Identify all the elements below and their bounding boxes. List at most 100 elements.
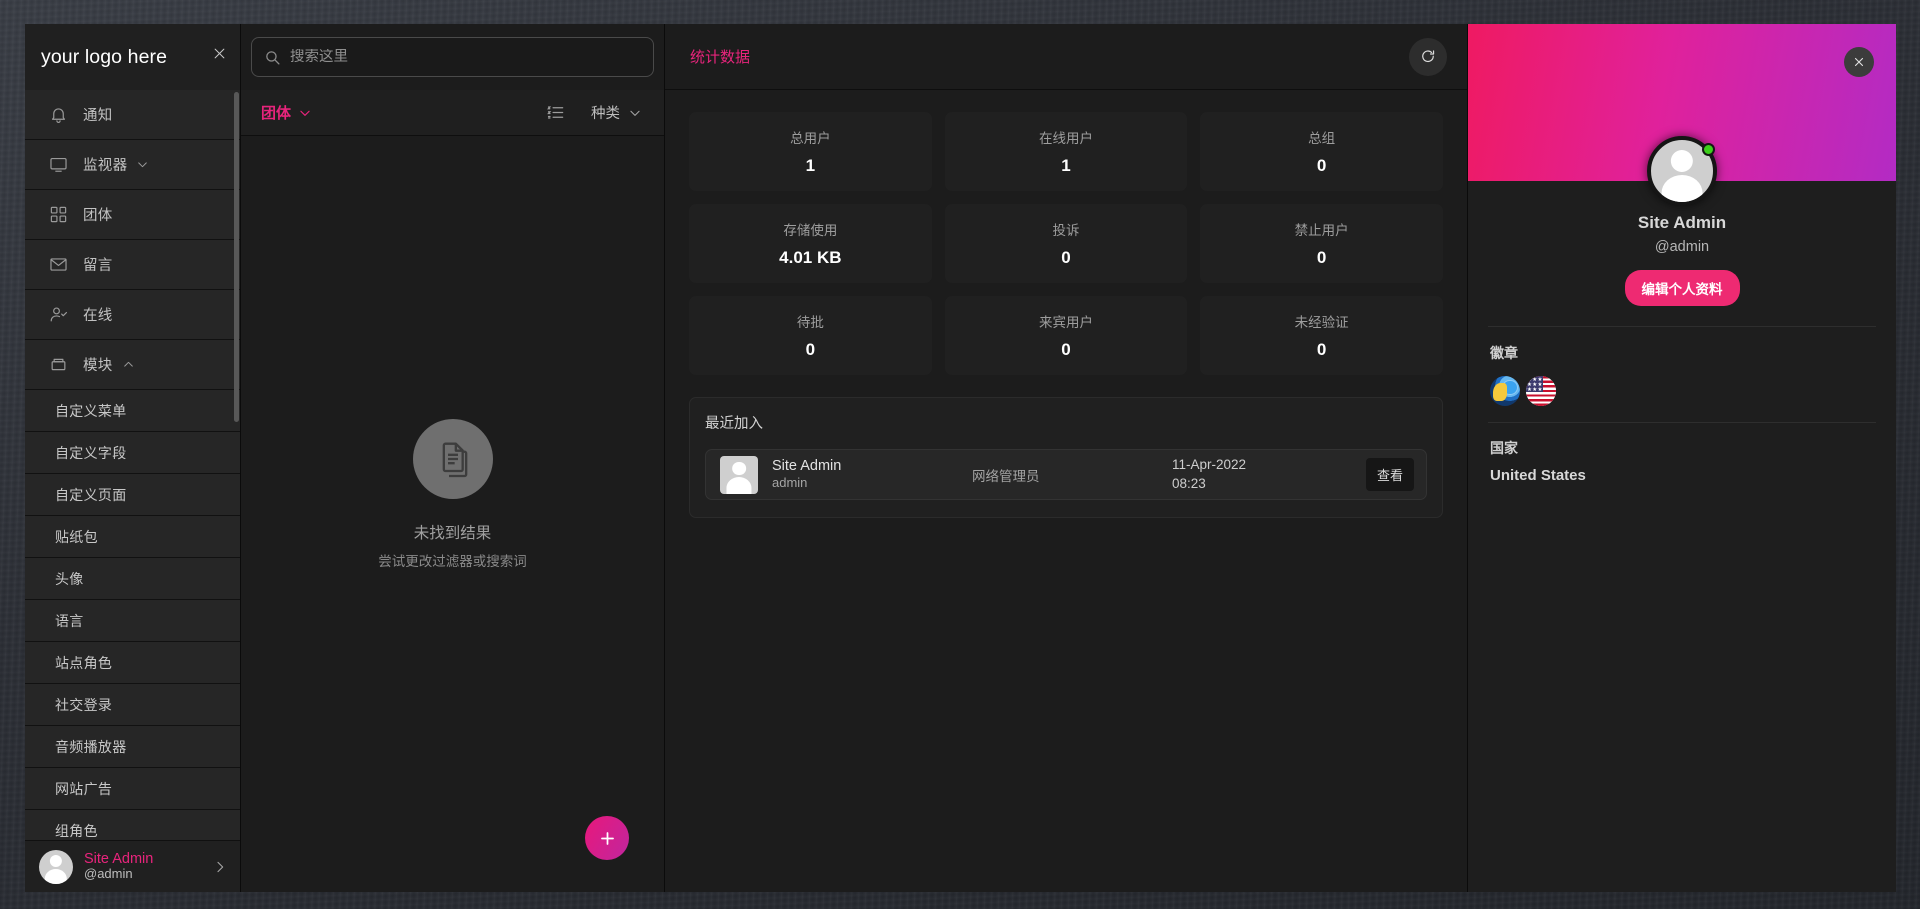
- sidebar-sub-label: 自定义页面: [55, 485, 127, 505]
- sidebar-item-custom-fields[interactable]: 自定义字段: [25, 432, 240, 474]
- recent-joined-panel: 最近加入 Site Admin admin 网络管理员 11-Apr-2022 …: [689, 397, 1443, 518]
- stat-label: 待批: [797, 311, 824, 331]
- list-view-icon[interactable]: [546, 103, 565, 122]
- stat-card-storage-used[interactable]: 存储使用 4.01 KB: [689, 204, 932, 283]
- stat-card-total-groups[interactable]: 总组 0: [1200, 112, 1443, 191]
- chevron-right-icon: [212, 859, 228, 875]
- sidebar-item-custom-menu[interactable]: 自定义菜单: [25, 390, 240, 432]
- sidebar-item-site-roles[interactable]: 站点角色: [25, 642, 240, 684]
- stat-value: 1: [1061, 156, 1070, 176]
- table-row[interactable]: Site Admin admin 网络管理员 11-Apr-2022 08:23…: [705, 449, 1427, 500]
- stat-value: 0: [1317, 340, 1326, 360]
- row-date: 11-Apr-2022: [1172, 456, 1366, 475]
- country-value: United States: [1490, 467, 1874, 484]
- sidebar-sub-label: 音频播放器: [55, 737, 127, 757]
- stat-card-total-users[interactable]: 总用户 1: [689, 112, 932, 191]
- stat-card-pending[interactable]: 待批 0: [689, 296, 932, 375]
- stat-value: 0: [1317, 248, 1326, 268]
- search-bar-row: [241, 24, 664, 90]
- main-body: 总用户 1 在线用户 1 总组 0 存储使用 4.01 KB 投诉 0: [665, 90, 1467, 892]
- sidebar-item-notifications[interactable]: 通知: [25, 90, 240, 140]
- stat-label: 存储使用: [783, 219, 837, 239]
- row-role: 网络管理员: [972, 465, 1172, 485]
- empty-state-title: 未找到结果: [414, 521, 492, 543]
- documents-icon: [413, 419, 493, 499]
- stat-card-reports[interactable]: 投诉 0: [945, 204, 1188, 283]
- sidebar-profile-name: Site Admin: [84, 851, 212, 868]
- sidebar-sub-label: 站点角色: [55, 653, 112, 673]
- app-window: your logo here 通知: [25, 24, 1896, 892]
- stat-value: 0: [1061, 340, 1070, 360]
- edit-profile-button[interactable]: 编辑个人资料: [1625, 270, 1740, 306]
- close-icon[interactable]: [1844, 47, 1874, 77]
- stat-value: 0: [806, 340, 815, 360]
- sidebar-scroll-area: 通知 监视器: [25, 90, 240, 840]
- sidebar-sub-label: 网站广告: [55, 779, 112, 799]
- sidebar-item-modules[interactable]: 模块: [25, 340, 240, 390]
- stat-card-unverified[interactable]: 未经验证 0: [1200, 296, 1443, 375]
- list-toolbar: 团体 种类: [241, 90, 664, 136]
- refresh-icon: [1419, 48, 1437, 66]
- list-body: 未找到结果 尝试更改过滤器或搜索词: [241, 136, 664, 892]
- sidebar-item-groups[interactable]: 团体: [25, 190, 240, 240]
- kind-label: 种类: [591, 102, 620, 123]
- stat-value: 0: [1317, 156, 1326, 176]
- sidebar-item-sticker-packs[interactable]: 贴纸包: [25, 516, 240, 558]
- refresh-button[interactable]: [1409, 38, 1447, 76]
- plus-icon: [598, 829, 617, 848]
- country-section: 国家 United States: [1468, 423, 1896, 484]
- sidebar-item-site-ads[interactable]: 网站广告: [25, 768, 240, 810]
- recent-joined-title: 最近加入: [705, 412, 1427, 433]
- sidebar-sub-label: 自定义字段: [55, 443, 127, 463]
- search-icon: [264, 49, 281, 66]
- grid-icon: [47, 204, 69, 226]
- list-filter-label: 团体: [261, 102, 291, 123]
- kind-dropdown[interactable]: 种类: [591, 102, 642, 123]
- chevron-down-icon: [298, 106, 312, 120]
- sidebar-item-label: 模块: [83, 354, 113, 375]
- row-handle: admin: [772, 475, 972, 492]
- sidebar-item-online[interactable]: 在线: [25, 290, 240, 340]
- close-icon[interactable]: [208, 42, 230, 64]
- stat-label: 在线用户: [1039, 127, 1093, 147]
- stat-value: 1: [806, 156, 815, 176]
- sidebar-item-label: 监视器: [83, 154, 127, 175]
- user-check-icon: [47, 304, 69, 326]
- stat-label: 来宾用户: [1039, 311, 1093, 331]
- sidebar-item-group-roles[interactable]: 组角色: [25, 810, 240, 840]
- profile-handle: @admin: [1468, 239, 1896, 255]
- us-flag-badge-icon[interactable]: ★★★★★★★★★★★★: [1526, 376, 1556, 406]
- stat-card-guest-users[interactable]: 来宾用户 0: [945, 296, 1188, 375]
- profile-avatar-wrap: [1647, 136, 1717, 206]
- sidebar-sub-label: 社交登录: [55, 695, 112, 715]
- sidebar-sub-label: 语言: [55, 611, 84, 631]
- view-button[interactable]: 查看: [1366, 458, 1414, 491]
- sidebar-item-avatars[interactable]: 头像: [25, 558, 240, 600]
- list-filter-dropdown[interactable]: 团体: [261, 102, 312, 123]
- sidebar-item-label: 团体: [83, 204, 113, 225]
- chevron-up-icon: [122, 358, 135, 371]
- sidebar-item-languages[interactable]: 语言: [25, 600, 240, 642]
- bell-icon: [47, 104, 69, 126]
- avatar: [720, 456, 758, 494]
- badges-list: ★★★★★★★★★★★★: [1490, 376, 1874, 422]
- stat-label: 禁止用户: [1295, 219, 1349, 239]
- sidebar-item-messages[interactable]: 留言: [25, 240, 240, 290]
- sidebar-profile-button[interactable]: Site Admin @admin: [25, 840, 240, 892]
- envelope-icon: [47, 254, 69, 276]
- search-box[interactable]: [251, 37, 654, 77]
- avatar: [39, 850, 73, 884]
- sidebar-scrollbar[interactable]: [234, 92, 239, 422]
- sidebar-item-audio-player[interactable]: 音频播放器: [25, 726, 240, 768]
- stat-value: 4.01 KB: [779, 248, 841, 268]
- search-input[interactable]: [290, 49, 641, 65]
- sidebar-item-custom-pages[interactable]: 自定义页面: [25, 474, 240, 516]
- stat-label: 投诉: [1052, 219, 1079, 239]
- sidebar-item-social-login[interactable]: 社交登录: [25, 684, 240, 726]
- translator-badge-icon[interactable]: [1490, 376, 1520, 406]
- stat-label: 总用户: [790, 127, 831, 147]
- stat-card-online-users[interactable]: 在线用户 1: [945, 112, 1188, 191]
- sidebar-item-monitor[interactable]: 监视器: [25, 140, 240, 190]
- stat-card-banned-users[interactable]: 禁止用户 0: [1200, 204, 1443, 283]
- add-button[interactable]: [585, 816, 629, 860]
